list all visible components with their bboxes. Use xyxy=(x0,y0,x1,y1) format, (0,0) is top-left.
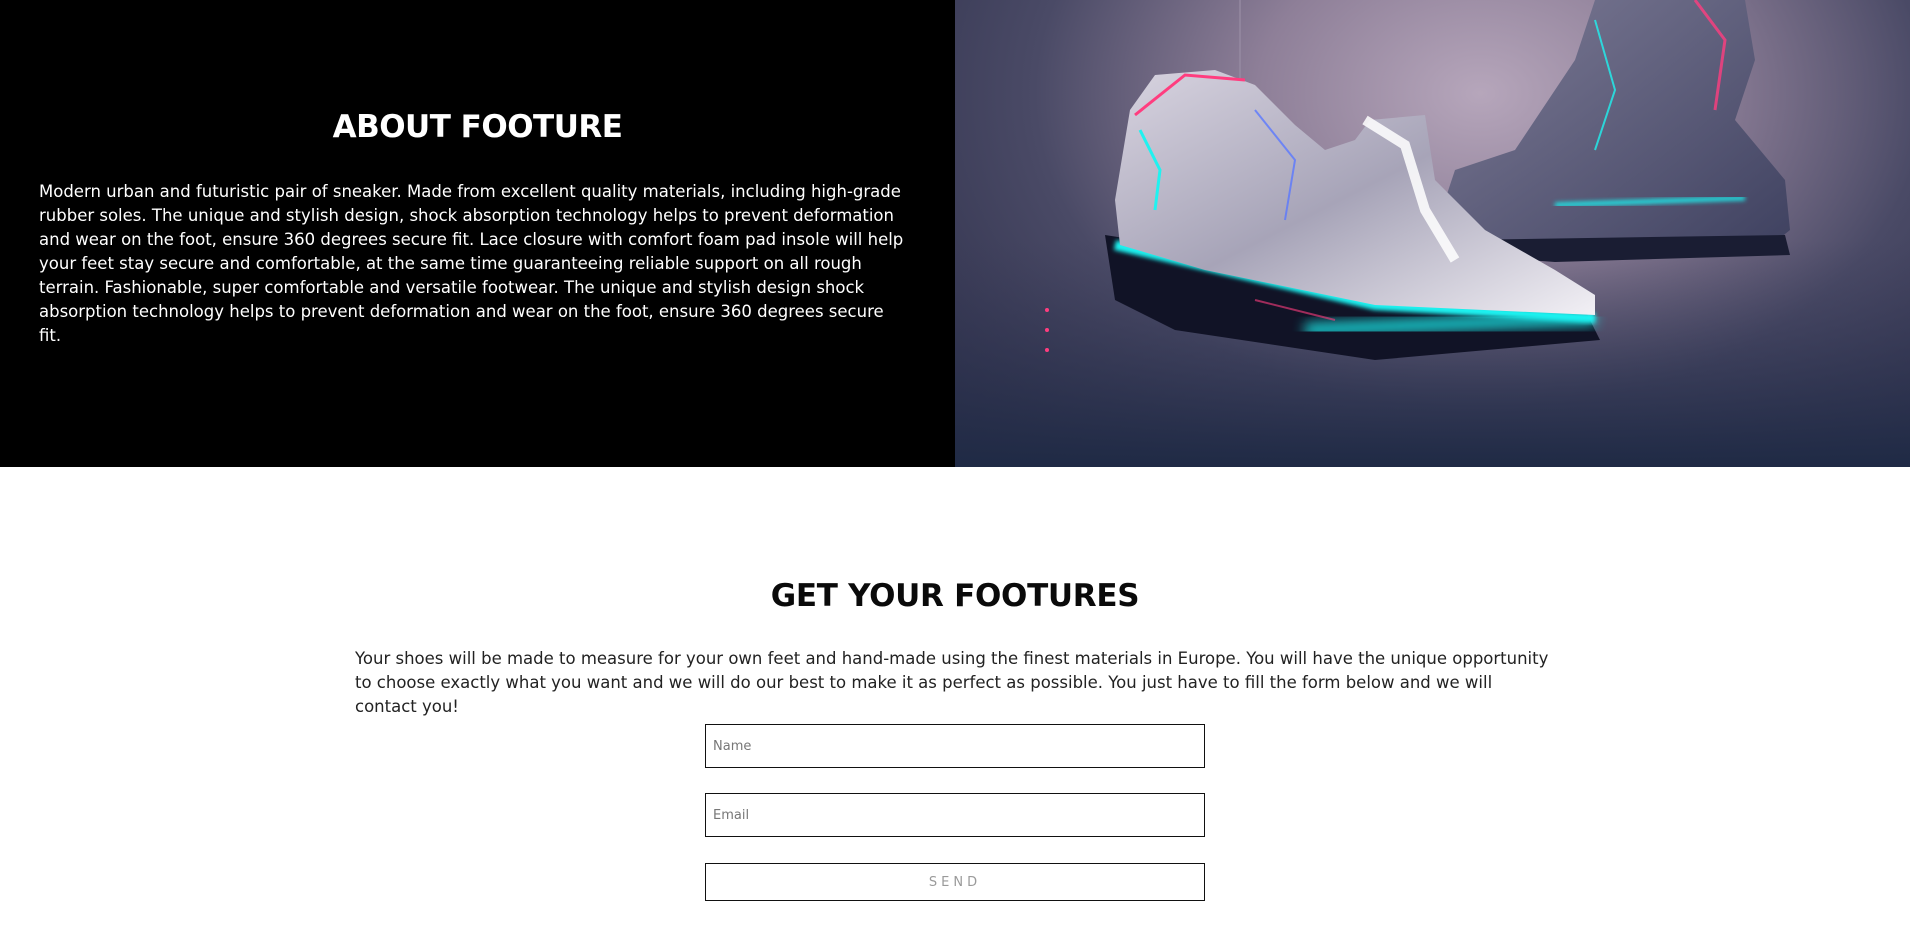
send-button[interactable]: SEND xyxy=(705,863,1205,901)
about-title: ABOUT FOOTURE xyxy=(332,109,623,145)
order-description: Your shoes will be made to measure for y… xyxy=(355,649,1549,716)
sneaker-image xyxy=(955,0,1910,467)
about-description: Modern urban and futuristic pair of snea… xyxy=(39,182,904,345)
email-input[interactable] xyxy=(705,793,1205,837)
name-input[interactable] xyxy=(705,724,1205,768)
order-title: GET YOUR FOOTURES xyxy=(770,578,1140,614)
about-text-panel: ABOUT FOOTURE Modern urban and futuristi… xyxy=(0,0,955,467)
about-section: ABOUT FOOTURE Modern urban and futuristi… xyxy=(0,0,1910,467)
order-section: GET YOUR FOOTURES Your shoes will be mad… xyxy=(0,467,1910,928)
sneaker-illustration xyxy=(955,0,1910,467)
